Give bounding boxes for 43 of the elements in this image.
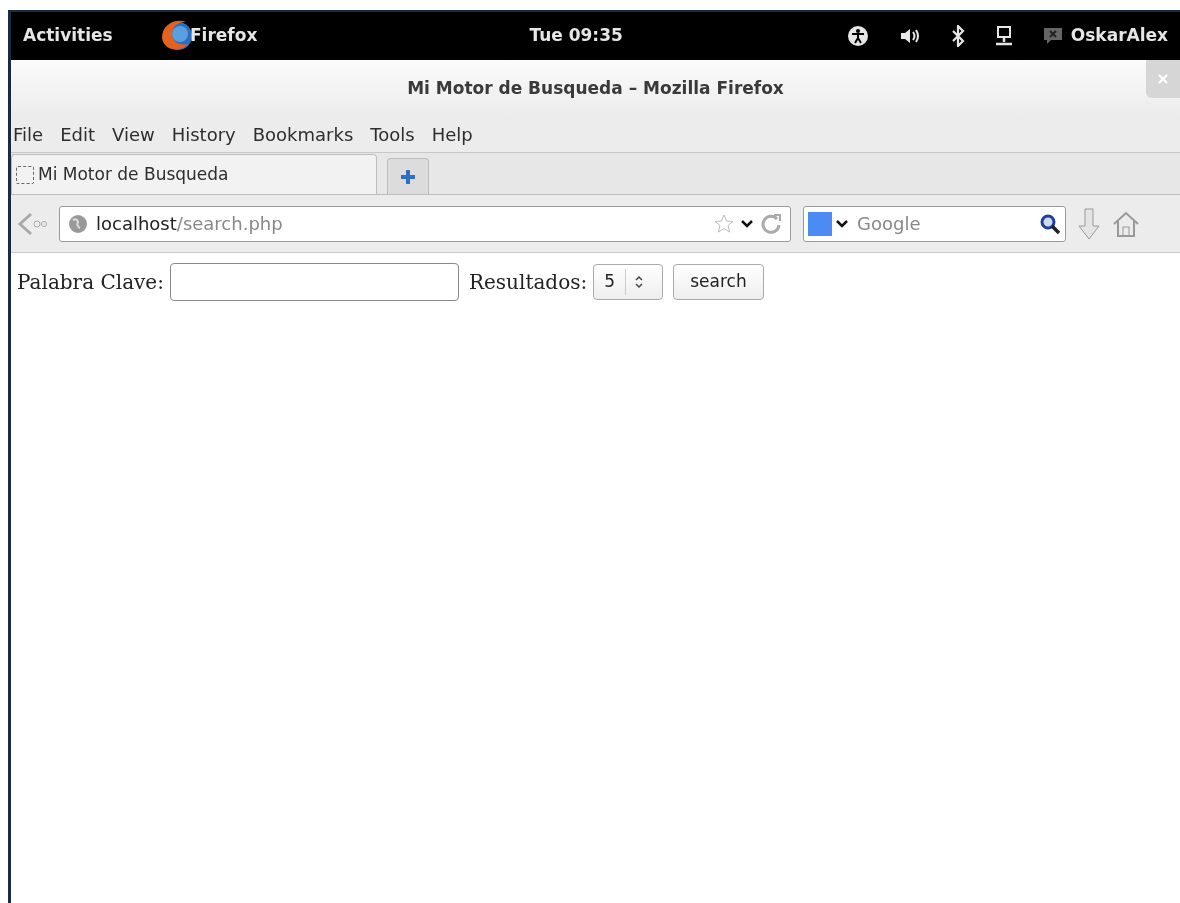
- accessibility-icon[interactable]: [846, 25, 869, 47]
- chevron-down-icon[interactable]: [740, 218, 754, 229]
- url-text: localhost/search.php: [96, 212, 283, 236]
- menu-item[interactable]: Help: [431, 120, 473, 148]
- download-arrow-icon[interactable]: [1078, 207, 1100, 240]
- plus-icon: [399, 167, 417, 186]
- menu-item[interactable]: File: [13, 120, 44, 148]
- address-bar[interactable]: localhost/search.php: [59, 205, 791, 242]
- back-icon[interactable]: [17, 211, 47, 236]
- search-icon[interactable]: [1039, 212, 1061, 235]
- keyword-label: Palabra Clave:: [17, 269, 164, 296]
- star-icon[interactable]: [714, 213, 734, 234]
- volume-icon[interactable]: [898, 27, 921, 45]
- new-tab-button[interactable]: [387, 158, 429, 194]
- menu-item[interactable]: Edit: [60, 120, 95, 148]
- menu-item[interactable]: View: [112, 120, 155, 148]
- clock[interactable]: Tue 09:35: [529, 23, 623, 49]
- page-icon: [16, 165, 34, 184]
- tab-title: Mi Motor de Busqueda: [38, 162, 229, 186]
- results-label: Resultados:: [468, 269, 588, 296]
- search-input[interactable]: Google: [857, 210, 1017, 237]
- network-icon[interactable]: [994, 26, 1013, 46]
- results-select[interactable]: 5: [593, 264, 664, 300]
- app-menu-label[interactable]: Firefox: [190, 23, 258, 49]
- activities-button[interactable]: Activities: [23, 23, 158, 49]
- chevron-down-icon[interactable]: [835, 218, 849, 229]
- user-name[interactable]: OskarAlex: [1070, 23, 1168, 49]
- browser-tab[interactable]: Mi Motor de Busqueda: [11, 154, 377, 194]
- close-icon: [1158, 74, 1168, 84]
- select-value: 5: [594, 269, 627, 295]
- up-down-caret-icon: [634, 275, 645, 289]
- window-title: Mi Motor de Busqueda – Mozilla Firefox: [406, 77, 785, 100]
- globe-icon: [68, 213, 88, 234]
- menu-item[interactable]: Bookmarks: [252, 120, 354, 148]
- chat-icon[interactable]: [1042, 27, 1063, 45]
- menu-item[interactable]: Tools: [370, 120, 415, 148]
- menu-item[interactable]: History: [171, 120, 236, 148]
- search-button[interactable]: search: [673, 264, 764, 300]
- home-icon[interactable]: [1112, 209, 1140, 238]
- search-field[interactable]: Google: [803, 205, 1066, 242]
- keyword-input[interactable]: [169, 263, 459, 301]
- reload-icon[interactable]: [760, 212, 782, 235]
- bluetooth-icon[interactable]: [950, 25, 965, 47]
